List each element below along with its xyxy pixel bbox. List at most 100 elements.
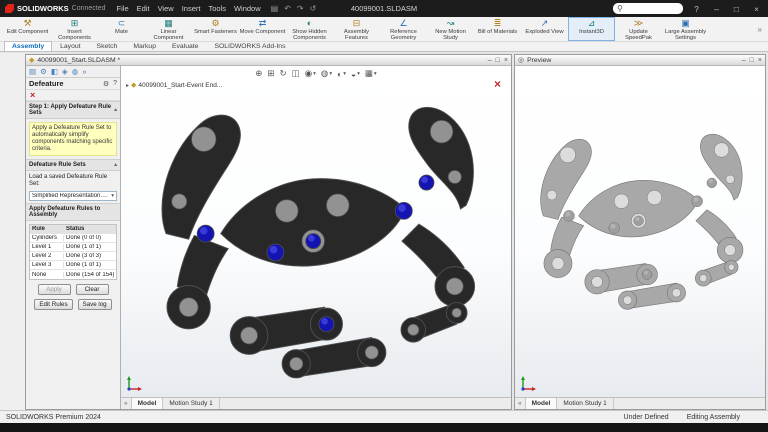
command-manager-ribbon: ⚒Edit Component ⊞Insert Components ⊂Mate…	[0, 17, 768, 42]
previous-view-icon[interactable]: ↻	[280, 68, 287, 79]
rule-status: Done (1 of 1)	[63, 262, 116, 268]
pane-minimize-icon[interactable]: –	[742, 57, 746, 64]
ribbon-button-exploded-view[interactable]: ↗Exploded View	[521, 17, 568, 41]
ribbon-overflow-icon[interactable]: »	[758, 25, 762, 34]
section-rule-sets[interactable]: Defeature Rule Sets ▴	[26, 159, 120, 171]
table-row[interactable]: Level 3 Done (1 of 1)	[30, 261, 116, 270]
app-name: SOLIDWORKS	[17, 4, 69, 13]
zoom-to-fit-icon[interactable]: ⊕	[255, 68, 262, 79]
clear-button[interactable]: Clear	[76, 284, 109, 295]
preview-window-titlebar[interactable]: ◎ Preview – □ ×	[515, 55, 765, 66]
propertymanager-icon[interactable]: ⚙	[40, 67, 47, 76]
dimxpertmanager-icon[interactable]: ◈	[62, 67, 68, 76]
confirmation-corner-cancel[interactable]: ×	[494, 78, 501, 90]
ribbon-button-show-hidden-components[interactable]: ◐Show Hidden Components	[286, 17, 333, 41]
assembly-model[interactable]	[133, 92, 501, 394]
tab-model[interactable]: Model	[526, 398, 558, 409]
tab-scroll-arrows[interactable]: «	[515, 398, 526, 409]
zoom-to-area-icon[interactable]: ⊞	[267, 68, 274, 79]
menu-insert[interactable]: Insert	[182, 4, 201, 13]
save-icon[interactable]: ▤	[271, 4, 279, 13]
minimize-button[interactable]: –	[710, 4, 723, 14]
configurationmanager-icon[interactable]: ◧	[51, 67, 58, 76]
displaymanager-icon[interactable]: ◍	[72, 67, 79, 76]
pane-restore-icon[interactable]: □	[496, 57, 500, 64]
section-view-icon[interactable]: ◫	[292, 68, 300, 79]
app-edition: Connected	[72, 5, 106, 12]
ribbon-button-smart-fasteners[interactable]: ⚙Smart Fasteners	[192, 17, 239, 41]
app-titlebar: SOLIDWORKS Connected File Edit View Inse…	[0, 0, 768, 17]
pane-minimize-icon[interactable]: –	[488, 57, 492, 64]
menu-file[interactable]: File	[117, 4, 129, 13]
rebuild-icon[interactable]: ↺	[310, 4, 317, 13]
table-row[interactable]: Cylinders Done (0 of 0)	[30, 234, 116, 243]
redo-icon[interactable]: ↷	[297, 4, 304, 13]
configuration-breadcrumb[interactable]: ▸ ◆ 40099001_Start-Event End...	[126, 81, 222, 89]
display-style-icon[interactable]: ◍▾	[321, 68, 332, 79]
search-icon: ⚲	[617, 4, 623, 13]
defined-state-text: Under Defined	[624, 414, 669, 421]
tab-markup[interactable]: Markup	[125, 41, 164, 51]
close-button[interactable]: ×	[750, 4, 763, 14]
menu-window[interactable]: Window	[234, 4, 261, 13]
featuremanager-tree-icon[interactable]: ▤	[29, 67, 36, 76]
pane-restore-icon[interactable]: □	[750, 57, 754, 64]
tab-scroll-arrows[interactable]: «	[121, 398, 132, 409]
scene-icon[interactable]: ▦▾	[365, 68, 377, 79]
ribbon-button-edit-component[interactable]: ⚒Edit Component	[4, 17, 51, 41]
cancel-button[interactable]: ×	[30, 91, 35, 100]
undo-icon[interactable]: ↶	[284, 4, 291, 13]
rule-name: Level 1	[30, 244, 63, 250]
rule-set-dropdown[interactable]: Simplified Representation.slddrs ▾	[29, 191, 117, 201]
search-input[interactable]	[625, 5, 677, 12]
manager-flyout-icon[interactable]: »	[82, 67, 86, 76]
ribbon-button-bill-of-materials[interactable]: ≣Bill of Materials	[474, 17, 521, 41]
ribbon-button-assembly-features[interactable]: ⊟Assembly Features	[333, 17, 380, 41]
rule-name: Level 3	[30, 262, 63, 268]
ribbon-button-move-component[interactable]: ⇄Move Component	[239, 17, 286, 41]
section-apply-rules[interactable]: Apply Defeature Rules to Assembly	[26, 203, 120, 221]
menu-tools[interactable]: Tools	[208, 4, 226, 13]
ribbon-button-update-speedpak[interactable]: ≫Update SpeedPak	[615, 17, 662, 41]
appearances-icon[interactable]: ◒▾	[351, 69, 360, 79]
maximize-button[interactable]: □	[730, 4, 743, 14]
menu-view[interactable]: View	[158, 4, 174, 13]
tab-layout[interactable]: Layout	[52, 41, 88, 51]
graphics-area[interactable]: ⊕ ⊞ ↻ ◫ ◉▾ ◍▾ ◐▾ ◒▾ ▦▾ ▸ ◆ 40099001_Star…	[121, 66, 511, 397]
apply-button[interactable]: Apply	[38, 284, 71, 295]
table-row[interactable]: None Done (154 of 154)	[30, 270, 116, 279]
help-button[interactable]: ?	[690, 4, 703, 14]
search-box[interactable]: ⚲	[613, 3, 683, 14]
load-rule-set-label: Load a saved Defeature Rule Set:	[26, 171, 120, 189]
ribbon-button-mate[interactable]: ⊂Mate	[98, 17, 145, 41]
view-orientation-icon[interactable]: ◉▾	[305, 68, 316, 79]
menu-edit[interactable]: Edit	[137, 4, 150, 13]
tab-motion-study-1[interactable]: Motion Study 1	[557, 398, 613, 409]
tab-solidworks-add-ins[interactable]: SOLIDWORKS Add-Ins	[206, 41, 293, 51]
tab-motion-study-1[interactable]: Motion Study 1	[163, 398, 219, 409]
tab-sketch[interactable]: Sketch	[89, 41, 126, 51]
edit-rules-button[interactable]: Edit Rules	[34, 299, 72, 310]
pane-close-icon[interactable]: ×	[504, 57, 508, 64]
tab-assembly[interactable]: Assembly	[4, 41, 52, 51]
gear-icon[interactable]: ⚙	[103, 80, 109, 88]
tab-evaluate[interactable]: Evaluate	[164, 41, 206, 51]
section-step1[interactable]: Step 1: Apply Defeature Rule Sets ▴	[26, 101, 120, 119]
configuration-name: 40099001_Start-Event End...	[138, 82, 222, 89]
document-window-titlebar[interactable]: ◆ 40099001_Start.SLDASM * – □ ×	[26, 55, 511, 66]
ribbon-button-large-assembly-settings[interactable]: ▣Large Assembly Settings	[662, 17, 709, 41]
ribbon-button-reference-geometry[interactable]: ∠Reference Geometry	[380, 17, 427, 41]
ribbon-button-new-motion-study[interactable]: ↝New Motion Study	[427, 17, 474, 41]
table-row[interactable]: Level 2 Done (3 of 3)	[30, 252, 116, 261]
ribbon-button-instant3d[interactable]: ⊿Instant3D	[568, 17, 615, 41]
edit-component-icon: ⚒	[23, 18, 31, 28]
help-icon[interactable]: ?	[113, 80, 117, 88]
save-log-button[interactable]: Save log	[78, 299, 112, 310]
ribbon-button-linear-component-pattern[interactable]: ▦Linear Component Pattern	[145, 17, 192, 41]
table-row[interactable]: Level 1 Done (1 of 1)	[30, 243, 116, 252]
hide-show-icon[interactable]: ◐▾	[337, 69, 346, 79]
pane-close-icon[interactable]: ×	[758, 57, 762, 64]
tab-model[interactable]: Model	[132, 398, 164, 409]
ribbon-button-insert-components[interactable]: ⊞Insert Components	[51, 17, 98, 41]
chevron-up-icon: ▴	[114, 162, 117, 168]
